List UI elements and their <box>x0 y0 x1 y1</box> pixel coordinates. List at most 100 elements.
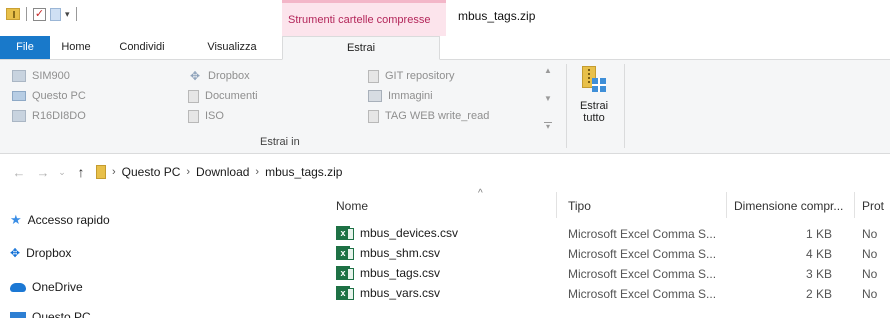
table-row[interactable]: x mbus_tags.csv Microsoft Excel Comma S..… <box>330 264 890 284</box>
file-size: 2 KB <box>805 287 832 301</box>
file-name: mbus_tags.csv <box>360 266 441 280</box>
tab-condividi[interactable]: Condividi <box>102 36 182 59</box>
tab-estrai[interactable]: Estrai <box>282 36 440 60</box>
contextual-tab-header: Strumenti cartelle compresse <box>282 0 446 36</box>
file-protected: No <box>862 247 878 261</box>
file-type: Microsoft Excel Comma S... <box>568 247 717 261</box>
file-name-cell: x mbus_shm.csv <box>336 246 440 260</box>
destination-item[interactable]: GIT repository <box>364 66 539 86</box>
column-header-type[interactable]: Tipo <box>568 199 591 213</box>
cloud-icon <box>10 282 26 292</box>
scroll-down-icon[interactable]: ▼ <box>544 94 552 103</box>
breadcrumb-item[interactable]: mbus_tags.zip <box>265 165 342 179</box>
file-list-header: ^ Nome Tipo Dimensione compr... Prot <box>330 188 890 220</box>
image-icon <box>368 90 382 102</box>
destination-label: ISO <box>205 110 224 122</box>
destination-item[interactable]: ISO <box>184 106 364 126</box>
zip-folder-icon <box>6 8 20 20</box>
destination-item[interactable]: SIM900 <box>8 66 184 86</box>
forward-arrow-icon[interactable]: → <box>34 165 52 180</box>
column-divider[interactable] <box>556 192 557 218</box>
back-arrow-icon[interactable]: ← <box>10 165 28 180</box>
table-row[interactable]: x mbus_vars.csv Microsoft Excel Comma S..… <box>330 284 890 304</box>
nav-item-quick-access[interactable]: ★ Accesso rapido <box>10 212 110 228</box>
column-header-compressed-size[interactable]: Dimensione compr... <box>734 199 843 213</box>
nav-item-label: Questo PC <box>32 310 91 318</box>
ribbon-panel: SIM900 ✥ Dropbox GIT repository Questo PC… <box>0 60 890 154</box>
tab-file[interactable]: File <box>0 36 50 59</box>
destination-item[interactable]: Documenti <box>184 86 364 106</box>
extract-all-icon <box>582 66 606 94</box>
nav-item-dropbox[interactable]: ✥ Dropbox <box>10 246 71 260</box>
destination-label: R16DI8DO <box>32 110 86 122</box>
file-size: 3 KB <box>805 267 832 281</box>
pc-icon <box>10 312 26 318</box>
grid-icon <box>592 78 606 92</box>
tab-home[interactable]: Home <box>50 36 102 59</box>
breadcrumb: › Questo PC › Download › mbus_tags.zip <box>96 165 342 179</box>
customize-toolbar-dropdown-icon[interactable]: ▾ <box>65 9 70 20</box>
quick-access-toolbar: ✓ ▾ <box>6 7 79 21</box>
file-type: Microsoft Excel Comma S... <box>568 227 717 241</box>
ribbon-group-label: Estrai in <box>260 136 300 148</box>
ribbon-group-separator <box>624 64 625 148</box>
ribbon-group-separator <box>566 64 567 148</box>
column-header-name[interactable]: Nome <box>336 199 368 213</box>
recent-locations-chevron-icon[interactable]: ⌄ <box>56 167 68 178</box>
toolbar-separator <box>75 7 77 21</box>
pc-icon <box>12 91 26 101</box>
drive-icon <box>12 110 26 122</box>
nav-item-onedrive[interactable]: OneDrive <box>10 280 83 294</box>
column-divider[interactable] <box>854 192 855 218</box>
properties-checkmark-icon[interactable]: ✓ <box>33 7 46 21</box>
document-icon <box>368 69 379 83</box>
document-icon <box>188 89 199 103</box>
extract-destinations: SIM900 ✥ Dropbox GIT repository Questo PC… <box>8 66 556 132</box>
excel-csv-icon: x <box>336 266 354 280</box>
chevron-right-icon[interactable]: › <box>186 166 190 178</box>
file-protected: No <box>862 227 878 241</box>
nav-item-label: Accesso rapido <box>27 213 110 227</box>
chevron-right-icon[interactable]: › <box>112 166 116 178</box>
star-icon: ★ <box>10 212 22 227</box>
scroll-up-icon[interactable]: ▲ <box>544 66 552 75</box>
title-bar: ✓ ▾ Strumenti cartelle compresse mbus_ta… <box>0 0 890 36</box>
destination-label: SIM900 <box>32 70 70 82</box>
breadcrumb-item[interactable]: Questo PC <box>122 165 181 179</box>
destination-label: Questo PC <box>32 90 86 102</box>
file-name: mbus_shm.csv <box>360 246 441 260</box>
gallery-scroll: ▲ ▼ ▾ <box>542 66 554 131</box>
destination-item[interactable]: R16DI8DO <box>8 106 184 126</box>
chevron-right-icon[interactable]: › <box>255 166 259 178</box>
toolbar-separator <box>26 7 27 21</box>
file-name-cell: x mbus_devices.csv <box>336 226 458 240</box>
breadcrumb-item[interactable]: Download <box>196 165 249 179</box>
table-row[interactable]: x mbus_shm.csv Microsoft Excel Comma S...… <box>330 244 890 264</box>
file-type: Microsoft Excel Comma S... <box>568 287 717 301</box>
destination-item[interactable]: Immagini <box>364 86 539 106</box>
column-header-protected[interactable]: Prot <box>862 199 884 213</box>
file-protected: No <box>862 267 878 281</box>
dropbox-icon: ✥ <box>189 69 201 83</box>
destination-item[interactable]: Questo PC <box>8 86 184 106</box>
nav-item-label: OneDrive <box>32 280 83 294</box>
file-name-cell: x mbus_vars.csv <box>336 286 440 300</box>
nav-item-this-pc[interactable]: Questo PC <box>10 310 91 318</box>
column-divider[interactable] <box>726 192 727 218</box>
destination-item[interactable]: TAG WEB write_read <box>364 106 539 126</box>
dropbox-icon: ✥ <box>10 246 21 260</box>
excel-csv-icon: x <box>336 246 354 260</box>
document-icon <box>188 109 199 123</box>
table-row[interactable]: x mbus_devices.csv Microsoft Excel Comma … <box>330 224 890 244</box>
gallery-more-icon[interactable]: ▾ <box>544 122 552 131</box>
destination-item[interactable]: ✥ Dropbox <box>184 66 364 86</box>
new-folder-icon[interactable] <box>50 7 61 21</box>
up-arrow-icon[interactable]: ↑ <box>72 164 90 180</box>
file-protected: No <box>862 287 878 301</box>
file-name: mbus_devices.csv <box>360 226 459 240</box>
tab-visualizza[interactable]: Visualizza <box>182 36 282 59</box>
address-bar: ← → ⌄ ↑ › Questo PC › Download › mbus_ta… <box>0 160 890 184</box>
file-name-cell: x mbus_tags.csv <box>336 266 440 280</box>
extract-all-button[interactable]: Estrai tutto <box>572 64 616 130</box>
extract-all-label: Estrai tutto <box>579 100 609 124</box>
